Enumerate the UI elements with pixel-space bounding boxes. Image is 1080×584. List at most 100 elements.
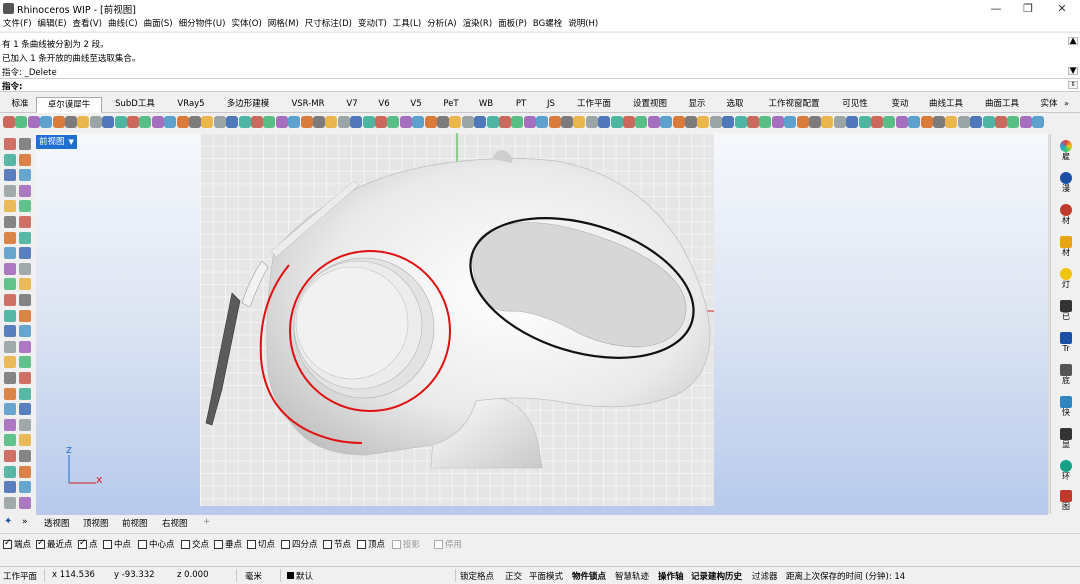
toolbar-tool-icon[interactable]	[548, 116, 561, 128]
panel-tab-environment[interactable]: 环	[1059, 460, 1073, 482]
left-tool-icon[interactable]	[4, 247, 16, 260]
osnap-intersection[interactable]: 交点	[181, 538, 209, 550]
menu-solid[interactable]: 实体(O)	[228, 17, 264, 31]
tab-v7[interactable]: V7	[340, 97, 364, 113]
panel-tab-lights[interactable]: 灯	[1059, 268, 1073, 290]
history-scroll-up[interactable]: ▲	[1068, 37, 1078, 45]
toolbar-tool-icon[interactable]	[40, 116, 53, 128]
checkbox[interactable]	[103, 539, 112, 549]
front-viewport[interactable]: x z 前视图 ▼	[36, 133, 1048, 515]
close-button[interactable]: ✕	[1046, 0, 1078, 17]
tab-set-view[interactable]: 设置视图	[626, 97, 674, 113]
tab-cplane[interactable]: 工作平面	[570, 97, 618, 113]
left-tool-icon[interactable]	[4, 325, 16, 338]
menu-tools[interactable]: 工具(L)	[390, 17, 424, 31]
tab-v5[interactable]: V5	[404, 97, 428, 113]
tab-display[interactable]: 显示	[682, 97, 712, 113]
toolbar-tool-icon[interactable]	[325, 116, 338, 128]
left-tool-icon[interactable]	[4, 262, 16, 275]
toolbar-tool-icon[interactable]	[201, 116, 214, 128]
status-gumball[interactable]: 操作轴	[658, 570, 684, 582]
toolbar-tool-icon[interactable]	[52, 116, 65, 128]
checkbox[interactable]	[138, 539, 147, 549]
left-tool-icon[interactable]	[4, 278, 16, 291]
toolbar-tool-icon[interactable]	[722, 116, 735, 128]
left-tool-icon[interactable]	[4, 496, 16, 509]
tab-overflow-icon[interactable]: »	[1064, 99, 1069, 108]
toolbar-tool-icon[interactable]	[982, 116, 995, 128]
left-tool-icon[interactable]	[19, 247, 31, 260]
view-tab-perspective[interactable]: 透视图	[44, 517, 70, 529]
left-tool-icon[interactable]	[4, 200, 16, 213]
left-tool-icon[interactable]	[19, 340, 31, 353]
toolbar-tool-icon[interactable]	[970, 116, 983, 128]
panel-tab-named-views[interactable]: 已	[1059, 300, 1073, 322]
checkbox[interactable]	[181, 539, 190, 549]
toolbar-tool-icon[interactable]	[114, 116, 127, 128]
toolbar-tool-icon[interactable]	[784, 116, 797, 128]
toolbar-tool-icon[interactable]	[536, 116, 549, 128]
toolbar-tool-icon[interactable]	[151, 116, 164, 128]
toolbar-tool-icon[interactable]	[846, 116, 859, 128]
toolbar-tool-icon[interactable]	[920, 116, 933, 128]
left-tool-icon[interactable]	[19, 184, 31, 197]
command-input[interactable]	[24, 79, 1064, 91]
tab-visibility[interactable]: 可见性	[834, 97, 876, 113]
osnap-project[interactable]: 投影	[392, 538, 420, 550]
toolbar-tool-icon[interactable]	[313, 116, 325, 128]
panel-tab-material-lib[interactable]: 材	[1059, 236, 1073, 258]
toolbar-tool-icon[interactable]	[685, 116, 697, 128]
toolbar-tool-icon[interactable]	[226, 116, 239, 128]
toolbar-tool-icon[interactable]	[27, 116, 40, 128]
menu-mesh[interactable]: 网格(M)	[265, 17, 302, 31]
tab-solid[interactable]: 实体	[1034, 97, 1064, 113]
left-tool-icon[interactable]	[19, 138, 31, 150]
menu-edit[interactable]: 编辑(E)	[35, 17, 70, 31]
left-tool-icon[interactable]	[4, 340, 16, 353]
checkbox[interactable]	[357, 539, 366, 549]
toolbar-tool-icon[interactable]	[337, 116, 350, 128]
toolbar-tool-icon[interactable]	[89, 116, 102, 128]
tab-standard[interactable]: 标准	[6, 97, 34, 113]
toolbar-tool-icon[interactable]	[102, 116, 115, 128]
toolbar-tool-icon[interactable]	[895, 116, 908, 128]
panel-tab-color[interactable]: 雇	[1059, 140, 1073, 162]
osnap-knot[interactable]: 节点	[323, 538, 351, 550]
left-tool-icon[interactable]	[4, 372, 16, 384]
toolbar-tool-icon[interactable]	[573, 116, 586, 128]
toolbar-tool-icon[interactable]	[771, 116, 784, 128]
left-tool-icon[interactable]	[4, 138, 16, 150]
toolbar-tool-icon[interactable]	[424, 116, 437, 128]
osnap-disable[interactable]: 停用	[434, 538, 462, 550]
osnap-endpoint[interactable]: 端点	[3, 538, 31, 550]
maximize-button[interactable]: ❐	[1012, 0, 1044, 17]
add-view-tab-icon[interactable]: +	[203, 517, 210, 527]
toolbar-tool-icon[interactable]	[176, 116, 189, 128]
left-tool-icon[interactable]	[19, 153, 31, 166]
left-tool-icon[interactable]	[4, 153, 16, 166]
left-tool-icon[interactable]	[19, 465, 31, 478]
status-smarttrack[interactable]: 智慧轨迹	[615, 570, 649, 582]
tab-v6[interactable]: V6	[372, 97, 396, 113]
left-tool-icon[interactable]	[19, 481, 31, 494]
toolbar-tool-icon[interactable]	[499, 116, 511, 128]
toolbar-tool-icon[interactable]	[375, 116, 387, 128]
osnap-midpoint[interactable]: 中点	[103, 538, 131, 550]
toolbar-tool-icon[interactable]	[809, 116, 821, 128]
toolbar-tool-icon[interactable]	[523, 116, 536, 128]
tab-js[interactable]: JS	[540, 97, 562, 113]
toolbar-tool-icon[interactable]	[263, 116, 276, 128]
status-grid-snap[interactable]: 锁定格点	[460, 570, 494, 582]
toolbar-tool-icon[interactable]	[189, 116, 201, 128]
toolbar-tool-icon[interactable]	[511, 116, 524, 128]
tab-vray5[interactable]: VRay5	[170, 97, 212, 113]
checkbox[interactable]	[281, 539, 290, 549]
toolbar-tool-icon[interactable]	[362, 116, 375, 128]
tab-zhuoer-rhino[interactable]: 卓尔谟犀牛	[36, 97, 102, 113]
tab-poly-modeling[interactable]: 多边形建模	[218, 97, 278, 113]
status-record-history[interactable]: 记录建构历史	[691, 570, 742, 582]
toolbar-tool-icon[interactable]	[139, 116, 152, 128]
left-tool-icon[interactable]	[4, 309, 16, 322]
toolbar-tool-icon[interactable]	[1019, 116, 1032, 128]
osnap-vertex[interactable]: 顶点	[357, 538, 385, 550]
